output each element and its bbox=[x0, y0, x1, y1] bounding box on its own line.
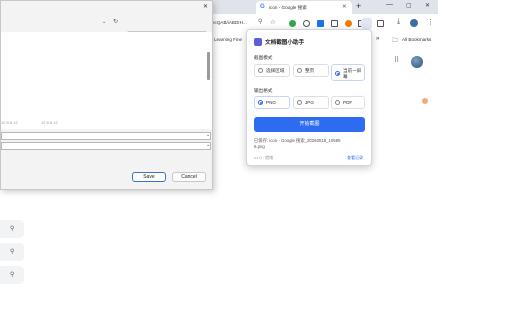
close-icon[interactable]: ✕ bbox=[342, 4, 347, 10]
list-item[interactable]: ⚲ bbox=[0, 266, 24, 284]
folder-icon: 🗀 bbox=[392, 38, 399, 44]
screenshot-popup: 文档截图小助手 截图模式 选择区域 整页 当前一屏 幕 输出格式 PNG JPG… bbox=[246, 29, 372, 166]
format-option-pdf[interactable]: PDF bbox=[331, 96, 365, 109]
save-as-dialog: ✕ ⌄ ↻ Search Downloads ▾ ? 12 8 8 12 12 … bbox=[0, 0, 213, 190]
extensions-puzzle-icon[interactable] bbox=[377, 20, 384, 27]
format-option-png[interactable]: PNG bbox=[254, 96, 290, 109]
orange-indicator-icon bbox=[422, 98, 428, 104]
extension-blue-icon[interactable] bbox=[317, 20, 324, 27]
tab-title: icon - Google 搜索 bbox=[269, 5, 307, 10]
tab-google-search[interactable]: G icon - Google 搜索 ✕ bbox=[256, 1, 352, 14]
saved-status: 已保存: icon - Google 搜索_20260518_10585 bbox=[254, 138, 341, 143]
file-name-field[interactable]: ⌄ bbox=[1, 132, 211, 140]
window-close-button[interactable]: ✕ bbox=[425, 2, 430, 9]
extension-smile-icon[interactable] bbox=[303, 20, 310, 27]
format-section-label: 输出格式 bbox=[254, 88, 273, 93]
list-item[interactable]: ⚲ bbox=[0, 243, 24, 261]
save-button[interactable]: Save bbox=[132, 172, 166, 182]
account-avatar[interactable] bbox=[411, 56, 423, 68]
version-label: v1.0 · 就绪 bbox=[254, 155, 274, 160]
saved-status-cont: 9.png bbox=[254, 144, 265, 149]
radio-icon bbox=[297, 68, 302, 73]
mode-option-visible[interactable]: 当前一屏 幕 bbox=[331, 64, 365, 81]
download-icon[interactable]: ⤓ bbox=[397, 18, 400, 26]
radio-icon bbox=[335, 71, 340, 76]
file-list-area[interactable]: 12 8 8 12 12 8 8 12 bbox=[1, 32, 212, 129]
radio-icon bbox=[258, 68, 263, 73]
minimize-button[interactable]: — bbox=[386, 1, 393, 8]
star-icon[interactable]: ☆ bbox=[270, 18, 276, 26]
list-item[interactable]: ⚲ bbox=[0, 220, 24, 238]
start-screenshot-button[interactable]: 开始截图 bbox=[254, 117, 365, 132]
extension-cast-icon[interactable] bbox=[331, 20, 338, 27]
search-icon: ⚲ bbox=[10, 226, 15, 232]
apps-grid-icon[interactable]: ⠿ bbox=[394, 56, 399, 64]
location-icon[interactable]: ⚲ bbox=[258, 18, 262, 25]
file-label: 12 8 8 12 bbox=[1, 120, 18, 125]
bookmark-learning-fine[interactable]: Learning Fine bbox=[214, 37, 242, 42]
dialog-fields: ⌄ ⌄ bbox=[1, 129, 212, 155]
view-history-link[interactable]: 查看记录 bbox=[347, 155, 363, 161]
refresh-icon[interactable]: ↻ bbox=[113, 18, 118, 25]
new-tab-button[interactable]: + bbox=[356, 1, 361, 11]
scrollbar[interactable] bbox=[207, 52, 210, 80]
mode-section-label: 截图模式 bbox=[254, 55, 273, 60]
radio-icon bbox=[335, 100, 340, 105]
cancel-button[interactable]: Cancel bbox=[172, 172, 206, 182]
maximize-button[interactable]: ▢ bbox=[406, 2, 412, 9]
chevron-down-icon: ⌄ bbox=[206, 132, 211, 138]
screenshot-extension-icon[interactable] bbox=[361, 18, 372, 29]
address-fragment[interactable]: ecQAB/iABDIH... bbox=[212, 20, 247, 25]
dialog-close-icon[interactable]: ✕ bbox=[203, 3, 208, 10]
more-bookmarks[interactable]: » bbox=[376, 36, 379, 42]
google-g-icon: G bbox=[260, 4, 265, 10]
file-label: 12 8 8 12 bbox=[41, 120, 58, 125]
chevron-down-icon: ⌄ bbox=[206, 142, 211, 148]
extension-orange-icon[interactable] bbox=[345, 20, 352, 27]
dialog-nav-bar: ⌄ ↻ Search Downloads bbox=[1, 14, 212, 41]
mode-option-area[interactable]: 选择区域 bbox=[254, 64, 290, 77]
radio-icon bbox=[297, 100, 302, 105]
search-icon: ⚲ bbox=[10, 249, 15, 255]
file-type-field[interactable]: ⌄ bbox=[1, 142, 211, 150]
profile-avatar[interactable] bbox=[410, 19, 418, 27]
radio-icon bbox=[258, 100, 263, 105]
popup-title: 文档截图小助手 bbox=[265, 40, 305, 46]
search-icon: ⚲ bbox=[10, 272, 15, 278]
all-bookmarks-link[interactable]: All Bookmarks bbox=[402, 37, 431, 42]
mode-option-fullpage[interactable]: 整页 bbox=[293, 64, 329, 77]
extension-green-icon[interactable] bbox=[289, 20, 296, 27]
tab-strip: G icon - Google 搜索 ✕ + — ▢ ✕ bbox=[196, 0, 438, 14]
format-option-jpg[interactable]: JPG bbox=[293, 96, 329, 109]
app-logo-icon bbox=[254, 38, 262, 46]
dropdown-chevron-icon[interactable]: ⌄ bbox=[102, 19, 106, 25]
menu-icon[interactable]: ⋮ bbox=[427, 18, 434, 26]
